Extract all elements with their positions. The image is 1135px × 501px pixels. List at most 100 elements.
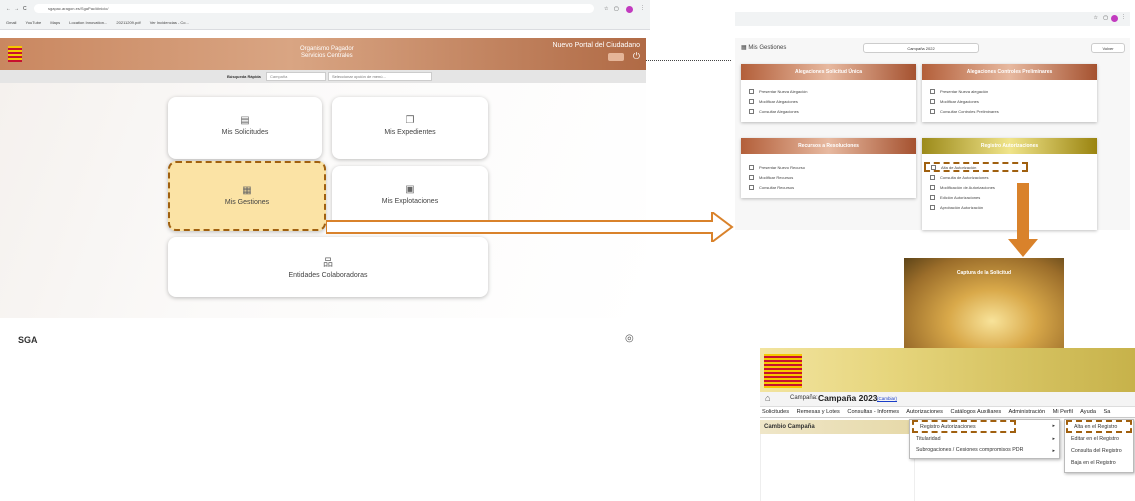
panel-link[interactable]: Consultar Recursos xyxy=(741,182,916,192)
panel-link[interactable]: Presentar Nueva Alegación xyxy=(741,86,916,96)
menu-item[interactable]: Sa xyxy=(1104,409,1111,415)
registro-autorizaciones-submenu: Alta en el Registro Editar en el Registr… xyxy=(1064,419,1134,473)
capture-label: Captura de la Solicitud xyxy=(956,270,1012,276)
form-icon xyxy=(749,164,754,170)
star-icon[interactable]: ☆ xyxy=(604,6,608,12)
portal-header: Organismo Pagador Servicios Centrales Nu… xyxy=(0,38,646,70)
form-icon xyxy=(749,98,754,104)
panel-alegaciones-su: Alegaciones Solicitud Única Presentar Nu… xyxy=(741,64,916,122)
form-icon xyxy=(930,108,935,114)
aragon-flag-logo xyxy=(8,46,22,62)
form-icon xyxy=(749,174,754,180)
chevron-right-icon: ▸ xyxy=(1052,423,1055,429)
change-campaign-link[interactable]: (Cambiar) xyxy=(877,396,897,401)
campaign-label: Campaña: xyxy=(790,395,818,401)
form-icon xyxy=(931,164,936,170)
panel-link[interactable]: Presentar Nueva alegación xyxy=(922,86,1097,96)
menu-item[interactable]: Catálogos Auxiliares xyxy=(951,409,1002,415)
panel-link[interactable]: Consulta de Autorizaciones xyxy=(922,172,1097,182)
panel-link-alta-autorizacion[interactable]: Alta de Autorización xyxy=(924,162,1028,172)
menu-item[interactable]: Ayuda xyxy=(1080,409,1096,415)
search-label: Búsqueda Rápida xyxy=(227,74,261,79)
bookmark-item[interactable]: YouTube xyxy=(26,20,42,25)
content-area xyxy=(760,434,915,501)
menu-item-autorizaciones[interactable]: Autorizaciones xyxy=(906,409,943,415)
kebab-menu-icon[interactable]: ⋮ xyxy=(640,5,645,11)
avatar[interactable] xyxy=(1111,15,1118,22)
panel-title: Alegaciones Controles Preliminares xyxy=(922,64,1097,80)
back-button[interactable]: Volver xyxy=(1091,43,1125,53)
copy-icon: ❐ xyxy=(405,115,415,126)
chevron-right-icon: ▸ xyxy=(1052,436,1055,442)
bookmark-item[interactable]: Location Innovation... xyxy=(69,20,107,25)
menu-item[interactable]: Consultas - Informes xyxy=(847,409,899,415)
kebab-menu-icon[interactable]: ⋮ xyxy=(1121,14,1126,20)
panel-recursos: Recursos a Resoluciones Presentar Nuevo … xyxy=(741,138,916,198)
panel-link[interactable]: Consultar Alegaciones xyxy=(741,106,916,116)
avatar[interactable] xyxy=(626,6,633,13)
form-icon: ▦ xyxy=(242,185,252,196)
campaign-value: Campaña 2023 xyxy=(818,393,878,403)
submenu-baja-registro[interactable]: Baja en el Registro xyxy=(1065,457,1133,469)
card-entidades-colaboradoras[interactable]: 品 Entidades Colaboradoras xyxy=(168,237,488,297)
document-icon: ▤ xyxy=(240,115,250,126)
form-icon xyxy=(930,204,935,210)
dotted-connector xyxy=(646,60,731,61)
campaign-select[interactable]: Campaña 2022 xyxy=(863,43,979,53)
panel-title: Alegaciones Solicitud Única xyxy=(741,64,916,80)
submenu-subrogaciones[interactable]: Subrogaciones / Cesiones compromisos PDR xyxy=(910,445,1059,457)
reload-icon[interactable]: C xyxy=(23,6,27,12)
bookmark-item[interactable]: Ver Incidencias - Co... xyxy=(150,20,189,25)
star-icon[interactable]: ☆ xyxy=(1094,15,1098,21)
submenu-registro-autorizaciones[interactable]: Registro Autorizaciones xyxy=(912,420,1016,433)
form-icon xyxy=(930,98,935,104)
org-name: Organismo Pagador Servicios Centrales xyxy=(300,46,354,59)
card-mis-solicitudes[interactable]: ▤ Mis Solicitudes xyxy=(168,97,322,159)
search-scope-select[interactable]: Campaña xyxy=(266,72,326,81)
bookmark-item[interactable]: Gmail xyxy=(6,20,16,25)
extensions-icon[interactable]: ▢ xyxy=(1103,15,1108,21)
form-icon xyxy=(930,174,935,180)
panel-link[interactable]: Consultar Controles Preliminares xyxy=(922,106,1097,116)
submenu-editar-registro[interactable]: Editar en el Registro xyxy=(1065,433,1133,445)
panel-link[interactable]: Modificar Recursos xyxy=(741,172,916,182)
menu-item[interactable]: Remesas y Lotes xyxy=(797,409,840,415)
card-mis-gestiones[interactable]: ▦ Mis Gestiones xyxy=(168,161,326,231)
power-icon[interactable]: ⏻ xyxy=(633,51,640,62)
portal-title: Nuevo Portal del Ciudadano xyxy=(552,42,640,49)
form-icon xyxy=(930,194,935,200)
extensions-icon[interactable]: ▢ xyxy=(614,6,619,12)
submenu-titularidad[interactable]: Titularidad xyxy=(910,433,1059,445)
submenu-alta-registro[interactable]: Alta en el Registro xyxy=(1066,420,1132,433)
back-icon[interactable]: ← xyxy=(6,6,11,12)
campaign-bar: ⌂ Campaña: Campaña 2023 (Cambiar) xyxy=(760,392,1135,406)
panel-link[interactable]: Modificar Alegaciones xyxy=(922,96,1097,106)
flow-arrow-down xyxy=(1008,183,1038,257)
forward-icon[interactable]: → xyxy=(14,6,19,12)
left-panel-header: Cambio Campaña xyxy=(760,420,915,434)
search-bar: Búsqueda Rápida Campaña xyxy=(0,70,646,83)
menu-item[interactable]: Administración xyxy=(1008,409,1045,415)
panel-link[interactable]: Presentar Nuevo Recurso xyxy=(741,162,916,172)
browser-toolbar: ← → C sgapac.aragon.es/SgaPac/#inicio/ ☆… xyxy=(0,0,650,30)
menu-item[interactable]: Solicitudes xyxy=(762,409,789,415)
address-bar[interactable]: sgapac.aragon.es/SgaPac/#inicio/ xyxy=(34,4,594,13)
panel-link[interactable]: Modificar Alegaciones xyxy=(741,96,916,106)
aragon-flag-logo xyxy=(764,354,802,388)
clipboard-icon: ▣ xyxy=(405,184,415,195)
panel-alegaciones-cp: Alegaciones Controles Preliminares Prese… xyxy=(922,64,1097,122)
legacy-header xyxy=(760,348,1135,392)
help-icon[interactable]: ◎ xyxy=(625,333,634,344)
bookmark-item[interactable]: Maps xyxy=(50,20,60,25)
language-selector[interactable] xyxy=(608,53,624,61)
panel-title: Recursos a Resoluciones xyxy=(741,138,916,154)
chevron-right-icon: ▸ xyxy=(1052,448,1055,454)
menu-item[interactable]: Mi Perfil xyxy=(1053,409,1073,415)
submenu-consulta-registro[interactable]: Consulta del Registro xyxy=(1065,445,1133,457)
home-icon[interactable]: ⌂ xyxy=(765,393,770,403)
card-mis-expedientes[interactable]: ❐ Mis Expedientes xyxy=(332,97,488,159)
bookmark-item[interactable]: 20211209.pdf xyxy=(116,20,140,25)
autorizaciones-submenu: Registro Autorizaciones ▸ Titularidad ▸ … xyxy=(909,419,1060,459)
org-chart-icon: 品 xyxy=(323,258,333,269)
search-input[interactable] xyxy=(328,72,432,81)
